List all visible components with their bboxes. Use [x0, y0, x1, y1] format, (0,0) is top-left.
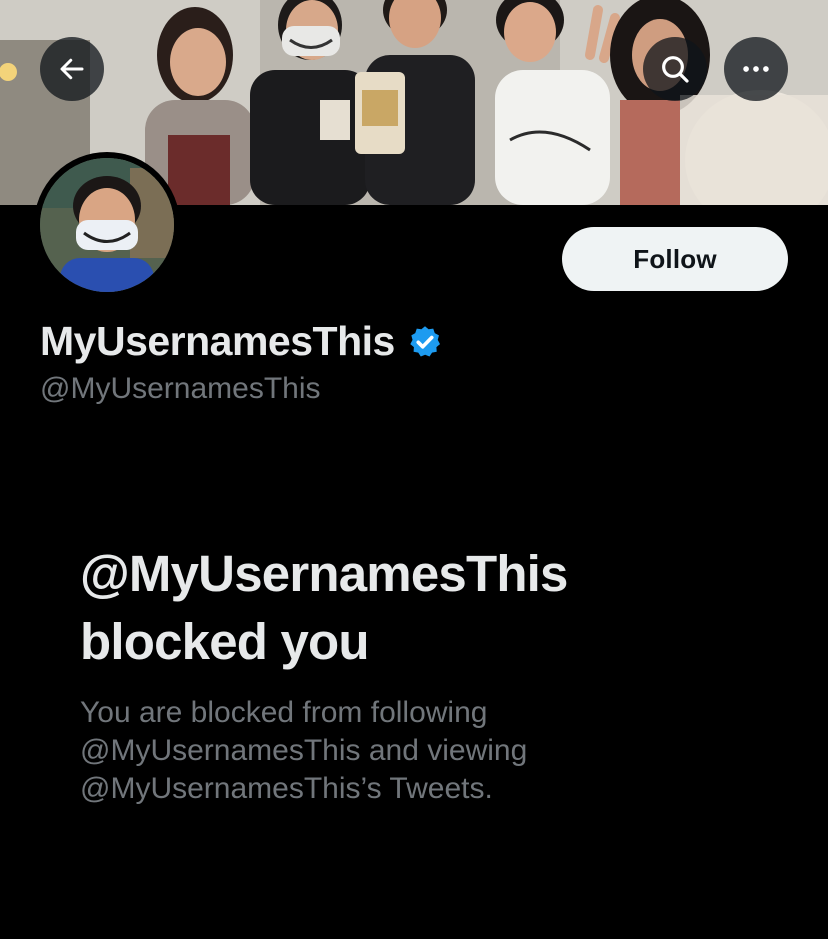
more-options-button[interactable] [724, 37, 788, 101]
blocked-title-line2: blocked you [80, 613, 370, 670]
blocked-description-line2: @MyUsernamesThis and viewing [80, 734, 528, 767]
blocked-title-line1: @MyUsernamesThis [80, 545, 568, 602]
avatar-photo [40, 158, 174, 292]
handle: @MyUsernamesThis [40, 372, 321, 405]
back-button[interactable] [40, 37, 104, 101]
display-name: MyUsernamesThis [40, 318, 443, 365]
avatar[interactable] [34, 152, 180, 298]
blocked-description: You are blocked from following @MyUserna… [80, 694, 720, 808]
blocked-description-line1: You are blocked from following [80, 696, 488, 729]
verified-badge-icon [410, 325, 440, 357]
blocked-title: @MyUsernamesThis blocked you [80, 540, 780, 676]
blocked-description-line3: @MyUsernamesThis’s Tweets. [80, 772, 493, 805]
follow-button[interactable]: Follow [562, 227, 788, 291]
display-name-text: MyUsernamesThis [40, 318, 395, 364]
search-button[interactable] [643, 37, 707, 101]
arrow-left-icon [60, 58, 84, 80]
search-icon [662, 56, 689, 83]
more-horizontal-icon [743, 66, 769, 72]
